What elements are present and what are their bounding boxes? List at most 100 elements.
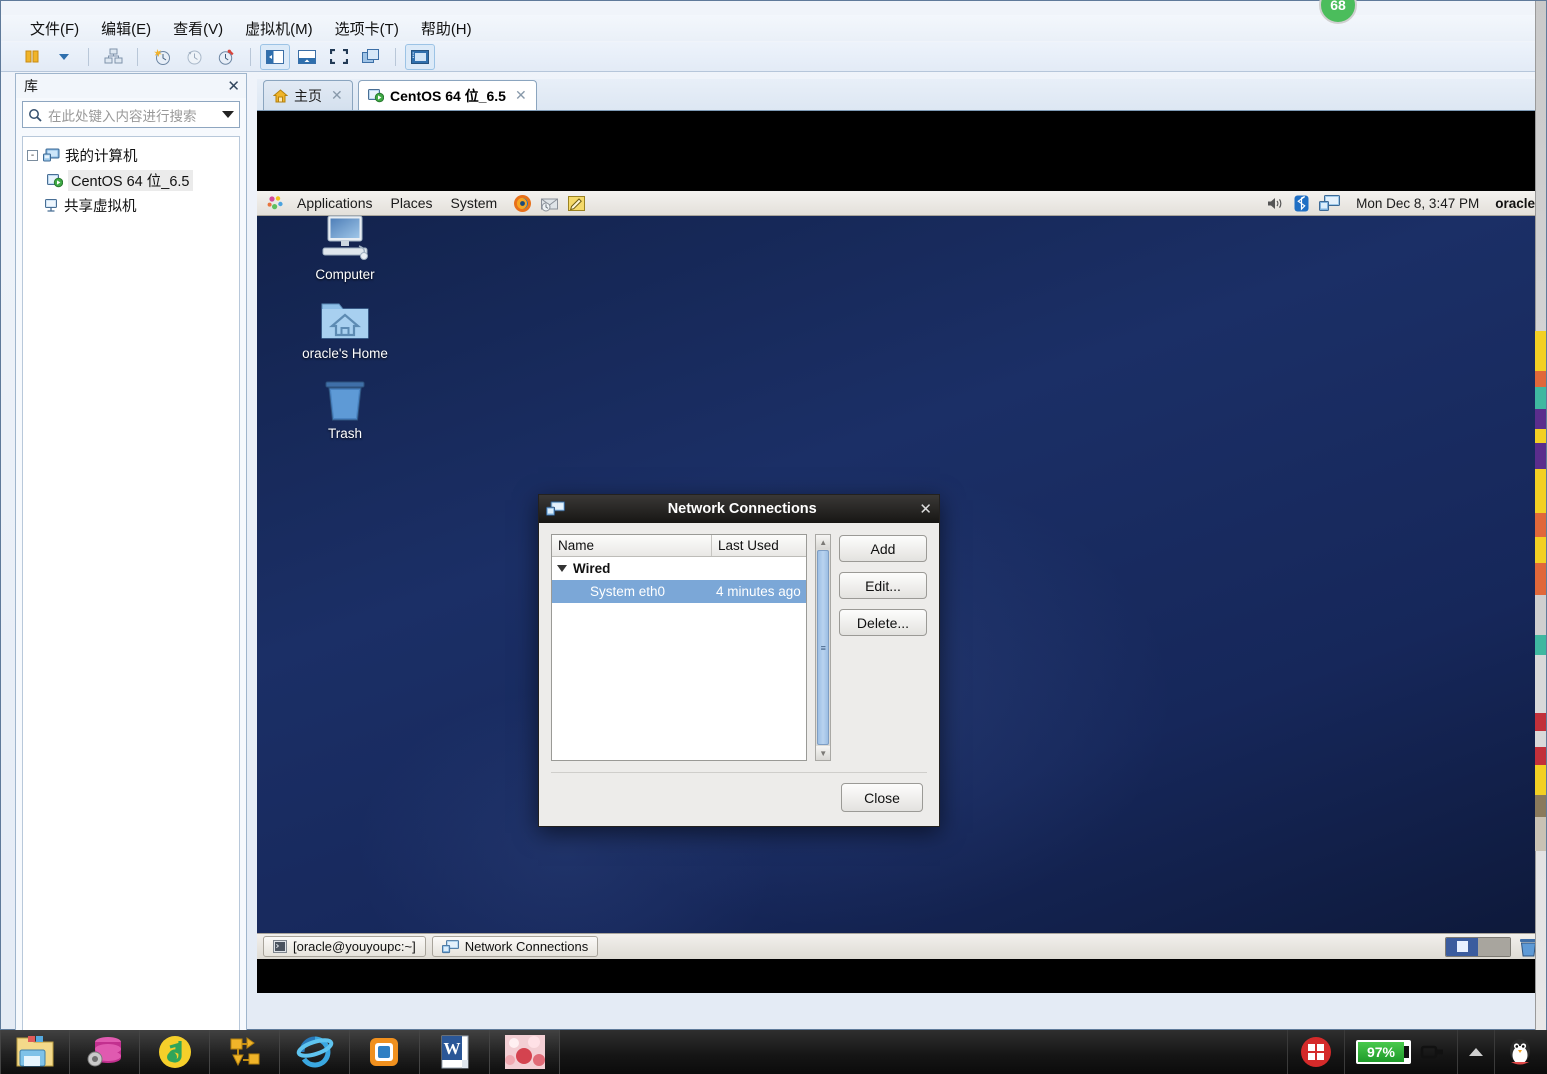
gnome-menu-places[interactable]: Places bbox=[382, 191, 442, 216]
vm-console[interactable]: Applications Places System Mon Dec 8, 3:… bbox=[257, 111, 1545, 993]
expander-icon[interactable]: - bbox=[27, 150, 38, 161]
tab-label: 主页 bbox=[294, 87, 322, 104]
table-row[interactable]: System eth0 4 minutes ago bbox=[552, 580, 807, 603]
unity-mode-icon[interactable] bbox=[356, 44, 386, 70]
shared-vm-icon bbox=[45, 199, 57, 212]
revert-snapshot-icon[interactable] bbox=[179, 44, 209, 70]
firefox-icon bbox=[514, 194, 532, 212]
fullscreen-icon[interactable] bbox=[324, 44, 354, 70]
taskbar-database-tool[interactable] bbox=[70, 1030, 140, 1074]
chevron-down-icon[interactable] bbox=[222, 111, 234, 118]
taskbar-item-terminal[interactable]: [oracle@youyoupc:~] bbox=[263, 936, 426, 957]
delete-button[interactable]: Delete... bbox=[839, 609, 927, 636]
close-button[interactable]: Close bbox=[841, 783, 923, 812]
screen-edge-sliver bbox=[1535, 1, 1546, 1031]
taskbar-visio[interactable] bbox=[210, 1030, 280, 1074]
taskbar-internet-explorer[interactable] bbox=[280, 1030, 350, 1074]
close-icon[interactable]: ✕ bbox=[919, 500, 932, 518]
qq-penguin-icon bbox=[1510, 1039, 1530, 1065]
toggle-sidebar-icon[interactable] bbox=[260, 43, 290, 70]
tree-item-my-computer[interactable]: - 我的计算机 bbox=[27, 143, 235, 168]
tray-qq[interactable] bbox=[1494, 1030, 1547, 1074]
dialog-footer: Close bbox=[539, 773, 939, 812]
taskbar-file-explorer[interactable] bbox=[0, 1030, 70, 1074]
gnome-tray: Mon Dec 8, 3:47 PM oracle bbox=[1267, 194, 1545, 212]
expander-icon[interactable] bbox=[557, 565, 567, 572]
manage-vms-icon[interactable] bbox=[98, 44, 128, 70]
toggle-thumbnail-bar-icon[interactable] bbox=[292, 44, 322, 70]
taskbar-qq-music[interactable] bbox=[140, 1030, 210, 1074]
workspace-switcher[interactable] bbox=[1445, 936, 1511, 957]
bluetooth-icon bbox=[1294, 195, 1309, 211]
tray-show-hidden-icons[interactable] bbox=[1457, 1030, 1494, 1074]
toolbar-separator bbox=[250, 47, 251, 66]
library-search[interactable]: 在此处键入内容进行搜索 bbox=[22, 101, 240, 128]
search-icon bbox=[29, 108, 42, 122]
gnome-menu-applications[interactable]: Applications bbox=[288, 191, 382, 216]
scroll-down-icon[interactable]: ▼ bbox=[816, 746, 830, 760]
gnome-menu-system[interactable]: System bbox=[442, 191, 507, 216]
taskbar-word[interactable]: W bbox=[420, 1030, 490, 1074]
tray-security-shield[interactable] bbox=[1286, 1030, 1344, 1074]
tab-home[interactable]: 主页 ✕ bbox=[263, 80, 353, 110]
show-library-icon[interactable] bbox=[17, 44, 47, 70]
network-connections-dialog[interactable]: Network Connections ✕ Name Last Used Wir… bbox=[538, 494, 940, 827]
column-header-name[interactable]: Name bbox=[552, 535, 712, 556]
menu-edit[interactable]: 编辑(E) bbox=[90, 16, 162, 41]
battery-cap bbox=[1404, 1046, 1409, 1058]
volume-icon bbox=[1268, 197, 1282, 209]
console-view-icon[interactable] bbox=[405, 43, 435, 70]
list-scrollbar[interactable]: ▲ ≡ ▼ bbox=[815, 534, 831, 761]
gnome-desktop[interactable]: Applications Places System Mon Dec 8, 3:… bbox=[257, 191, 1545, 959]
menu-vm[interactable]: 虚拟机(M) bbox=[234, 16, 324, 41]
workspace-2[interactable] bbox=[1478, 937, 1510, 956]
library-title: 库 bbox=[24, 78, 38, 94]
battery-indicator[interactable]: 97% bbox=[1355, 1040, 1411, 1064]
gnome-user-label[interactable]: oracle bbox=[1495, 196, 1535, 211]
edit-button[interactable]: Edit... bbox=[839, 572, 927, 599]
text-editor-icon bbox=[568, 195, 586, 211]
group-label: Wired bbox=[573, 561, 611, 576]
connection-name: System eth0 bbox=[590, 584, 666, 599]
dialog-titlebar[interactable]: Network Connections ✕ bbox=[539, 495, 939, 523]
chevron-down-icon[interactable] bbox=[49, 44, 79, 70]
desktop-icon-label: oracle's Home bbox=[302, 346, 388, 361]
tab-centos[interactable]: CentOS 64 位_6.5 ✕ bbox=[358, 80, 537, 110]
tree-item-shared-vms[interactable]: 共享虚拟机 bbox=[27, 193, 235, 218]
desktop-icon-trash[interactable]: Trash bbox=[290, 372, 400, 441]
taskbar-item-label: [oracle@youyoupc:~] bbox=[293, 939, 416, 954]
take-snapshot-icon[interactable] bbox=[147, 44, 177, 70]
scroll-up-icon[interactable]: ▲ bbox=[816, 535, 830, 549]
word-icon: W bbox=[441, 1035, 468, 1069]
close-icon[interactable]: ✕ bbox=[515, 87, 527, 104]
close-icon[interactable]: ✕ bbox=[227, 77, 240, 95]
search-input[interactable]: 在此处键入内容进行搜索 bbox=[48, 105, 216, 125]
security-shield-icon bbox=[1300, 1037, 1331, 1067]
taskbar-vmware[interactable] bbox=[350, 1030, 420, 1074]
column-header-last-used[interactable]: Last Used bbox=[712, 535, 785, 556]
list-group-wired[interactable]: Wired bbox=[552, 557, 806, 580]
workspace-1[interactable] bbox=[1446, 937, 1478, 956]
toolbar-separator bbox=[88, 47, 89, 66]
tree-item-centos[interactable]: CentOS 64 位_6.5 bbox=[27, 168, 235, 193]
add-button[interactable]: Add bbox=[839, 535, 927, 562]
menu-tabs[interactable]: 选项卡(T) bbox=[324, 16, 410, 41]
taskbar-item-network-connections[interactable]: Network Connections bbox=[431, 936, 599, 957]
tray-battery[interactable]: 97% bbox=[1343, 1030, 1457, 1074]
scrollbar-thumb[interactable]: ≡ bbox=[817, 550, 829, 745]
gnome-bottom-right bbox=[1445, 936, 1539, 957]
connections-list[interactable]: Name Last Used Wired System eth0 4 minut… bbox=[551, 534, 808, 761]
desktop-icon-label: Computer bbox=[315, 267, 375, 282]
close-icon[interactable]: ✕ bbox=[331, 87, 343, 104]
gnome-clock[interactable]: Mon Dec 8, 3:47 PM bbox=[1356, 196, 1479, 211]
dialog-action-buttons: Add Edit... Delete... bbox=[839, 534, 927, 761]
taskbar-photo[interactable] bbox=[490, 1030, 560, 1074]
desktop-icon-computer[interactable]: Computer bbox=[290, 213, 400, 282]
desktop-icon-home[interactable]: oracle's Home bbox=[290, 292, 400, 361]
system-tray: 97% bbox=[1286, 1030, 1547, 1074]
show-hidden-icons-icon[interactable] bbox=[1469, 1048, 1483, 1056]
menu-view[interactable]: 查看(V) bbox=[162, 16, 234, 41]
snapshot-manager-icon[interactable] bbox=[211, 44, 241, 70]
menu-help[interactable]: 帮助(H) bbox=[410, 16, 483, 41]
menu-file[interactable]: 文件(F) bbox=[19, 16, 90, 41]
